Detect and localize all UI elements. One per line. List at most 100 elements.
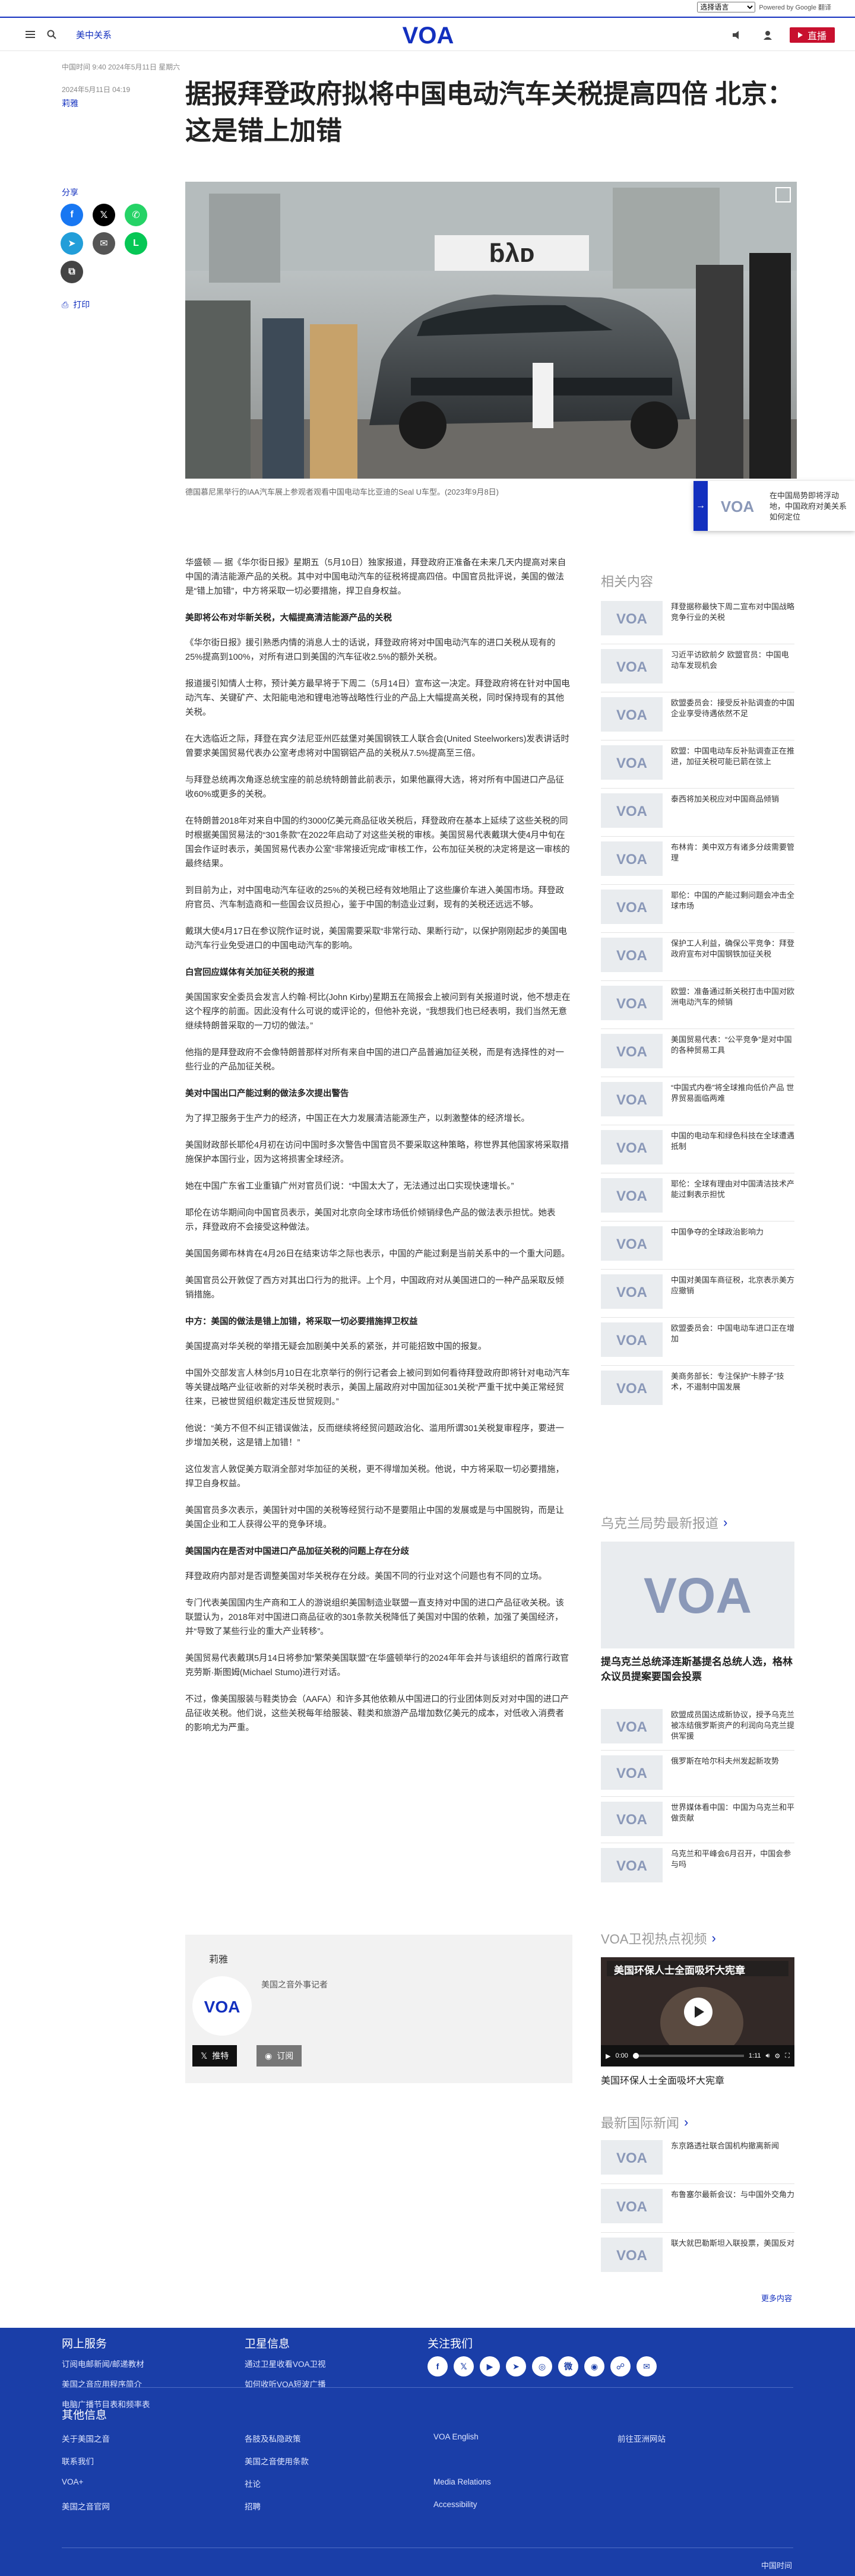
ukraine-item[interactable]: VOA 欧盟成员国达成新协议，授予乌克兰被冻结俄罗斯资产的利润向乌克兰提供军援 (601, 1709, 794, 1745)
world-news-item[interactable]: VOA 东京路透社联合国机构撤离新闻 (601, 2140, 794, 2176)
video-title[interactable]: VOA卫视热点视频 › (601, 1929, 716, 1948)
footer-link[interactable]: 订阅电邮新闻/邮递教材 (62, 2357, 144, 2369)
footer-other-link[interactable]: 关于美国之音 (62, 2432, 110, 2444)
related-item[interactable]: VOA 耶伦：中国的产能过剩问题会冲击全球市场 (601, 890, 794, 925)
footer-other-link[interactable]: 美国之音使用条款 (245, 2455, 309, 2467)
footer-link[interactable]: 美国之音应用程序简介 (62, 2378, 142, 2390)
footer-other-link[interactable]: 联系我们 (62, 2455, 94, 2467)
video-caption[interactable]: 美国环保人士全面吸坏大宪章 (601, 2072, 724, 2087)
podcast-icon[interactable]: ◉ (584, 2356, 604, 2376)
ukraine-item[interactable]: VOA 俄罗斯在哈尔科夫州发起新攻势 (601, 1755, 794, 1791)
x-share-button[interactable]: 𝕏 (93, 204, 115, 226)
related-item-title: 布林肯：美中双方有诸多分歧需要管理 (671, 843, 795, 862)
ukraine-feature-title[interactable]: 提乌克兰总统泽连斯基提名总统人选，格林众议员提案要国会投票 (601, 1654, 794, 1684)
weibo-icon[interactable]: 微 (558, 2356, 578, 2376)
instagram-icon[interactable]: ◎ (532, 2356, 552, 2376)
copy-link-button[interactable]: ⧉ (61, 261, 83, 283)
related-item[interactable]: VOA 欧盟：准备通过新关税打击中国对欧洲电动汽车的倾销 (601, 986, 794, 1021)
related-item[interactable]: VOA 耶伦：全球有理由对中国清洁技术产能过剩表示担忧 (601, 1178, 794, 1214)
settings-icon[interactable]: ⚙ (774, 2052, 780, 2060)
speaker-icon[interactable] (730, 29, 743, 42)
footer-other-link[interactable]: VOA+ (62, 2477, 83, 2486)
fullscreen-icon[interactable]: ⛶ (785, 2052, 790, 2060)
video-play-button[interactable] (684, 1998, 712, 2026)
related-item[interactable]: VOA 欧盟委员会：中国电动车进口正在增加 (601, 1322, 794, 1358)
article-paragraph: 专门代表美国国内生产商和工人的游说组织美国制造业联盟一直支持对中国的进口产品征收… (185, 1599, 564, 1637)
whatsapp-share-button[interactable]: ✆ (125, 204, 147, 226)
world-news-title[interactable]: 最新国际新闻 › (601, 2113, 688, 2132)
more-link[interactable]: 更多内容 (761, 2292, 792, 2303)
article-subheading: 白宫回应媒体有关加征关税的报道 (185, 968, 315, 977)
volume-icon[interactable]: 🔊︎ (765, 2052, 770, 2060)
related-item[interactable]: VOA 欧盟委员会：接受反补贴调查的中国企业享受待遇依然不足 (601, 697, 794, 733)
rss-icon[interactable]: ☍ (610, 2356, 631, 2376)
related-item[interactable]: VOA 中国对美国车商征税，北京表示美方应撤销 (601, 1274, 794, 1310)
popup-arrow-icon[interactable]: → (694, 481, 708, 531)
ukraine-item[interactable]: VOA 乌克兰和平峰会6月召开，中国会参与吗 (601, 1848, 794, 1884)
page-title: 据报拜登政府拟将中国电动汽车关税提高四倍 北京：这是错上加错 (185, 80, 794, 145)
footer-link[interactable]: 如何收听VOA短波广播 (245, 2378, 326, 2390)
ukraine-item[interactable]: VOA 世界媒体看中国：中国为乌克兰和平做贡献 (601, 1802, 794, 1837)
video-scrubber[interactable] (632, 2053, 639, 2059)
video-player[interactable]: 美国环保人士全面吸坏大宪章 ▶ 0:00 1:11 🔊︎ ⚙ ⛶ (601, 1957, 794, 2067)
ukraine-title[interactable]: 乌克兰局势最新报道 › (601, 1513, 727, 1532)
article-paragraph: 拜登政府内部对是否调整美国对华关税存在分歧。美国不同的行业对这个问题也有不同的立… (185, 1572, 547, 1581)
related-item-title: 中国对美国车商征税，北京表示美方应撤销 (671, 1276, 795, 1295)
footer-other-link[interactable]: Accessibility (433, 2500, 477, 2509)
footer-other-link[interactable]: 前往亚洲网站 (618, 2432, 666, 2444)
article-paragraph: 她在中国广东省工业重镇广州对官员们说：“中国太大了，无法通过出口实现快速增长。” (185, 1182, 514, 1191)
menu-icon[interactable] (24, 28, 37, 41)
related-item[interactable]: VOA 美商务部长：专注保护“卡脖子”技术，不遏制中国发展 (601, 1371, 794, 1406)
footer-other-link[interactable]: Media Relations (433, 2477, 491, 2486)
video-time: 0:00 (615, 2052, 628, 2059)
printer-icon: ⎙ (62, 299, 69, 309)
related-item[interactable]: VOA 保护工人利益，确保公平竞争：拜登政府宣布对中国钢铁加征关税 (601, 938, 794, 973)
play-small-icon[interactable]: ▶ (606, 2052, 610, 2060)
related-item[interactable]: VOA “中国式内卷”将全球推向低价产品 世界贸易面临两难 (601, 1082, 794, 1118)
related-item[interactable]: VOA 美国贸易代表：“公平竞争”是对中国的各种贸易工具 (601, 1034, 794, 1069)
facebook-icon[interactable]: f (428, 2356, 448, 2376)
voa-thumbnail: VOA (601, 1178, 663, 1213)
video-controls: ▶ 0:00 1:11 🔊︎ ⚙ ⛶ (601, 2045, 794, 2067)
line-share-button[interactable]: L (125, 232, 147, 255)
author-subscribe-label: 订阅 (277, 2051, 294, 2061)
floating-story-popup[interactable]: → VOA 在中国局势即将浮动地，中国政府对美关系如何定位 (694, 481, 855, 531)
live-button[interactable]: 直播 (789, 27, 835, 43)
youtube-icon[interactable]: ▶ (480, 2356, 500, 2376)
related-item[interactable]: VOA 习近平访欧前夕 欧盟官员：中国电动车发现机会 (601, 649, 794, 685)
footer-link[interactable]: 通过卫星收看VOA卫视 (245, 2357, 326, 2369)
print-button[interactable]: ⎙ 打印 (62, 299, 90, 311)
related-item[interactable]: VOA 欧盟：中国电动车反补贴调查正在推进，加征关税可能已箭在弦上 (601, 745, 794, 781)
x-icon[interactable]: 𝕏 (454, 2356, 474, 2376)
telegram-icon[interactable]: ➤ (506, 2356, 526, 2376)
list-divider (601, 884, 794, 885)
related-item[interactable]: VOA 中国的电动车和绿色科技在全球遭遇抵制 (601, 1130, 794, 1166)
footer-other-link[interactable]: VOA English (433, 2432, 479, 2441)
voa-thumbnail: VOA (601, 1848, 663, 1882)
user-icon[interactable] (761, 29, 774, 42)
world-news-item[interactable]: VOA 联大就巴勒斯坦入联投票，美国反对 (601, 2238, 794, 2273)
footer-other-link[interactable]: 社论 (245, 2477, 261, 2489)
related-item[interactable]: VOA 泰西将加关税应对中国商品倾销 (601, 793, 794, 829)
svg-text:VOA: VOA (616, 2199, 647, 2213)
ukraine-feature-image[interactable]: VOA (601, 1542, 794, 1648)
footer-other-link[interactable]: 美国之音官网 (62, 2500, 110, 2512)
telegram-share-button[interactable]: ➤ (61, 232, 83, 255)
related-item[interactable]: VOA 拜登据称最快下周二宣布对中国战略竞争行业的关税 (601, 601, 794, 637)
footer-other-link[interactable]: 各肢及私隐政策 (245, 2432, 301, 2444)
video-progress[interactable] (632, 2053, 744, 2059)
world-news-item[interactable]: VOA 布鲁塞尔最新会议：与中国外交角力 (601, 2189, 794, 2224)
author-link[interactable]: 莉雅 (62, 97, 78, 109)
related-item[interactable]: VOA 中国争夺的全球政治影响力 (601, 1226, 794, 1262)
footer-other-link[interactable]: 招聘 (245, 2500, 261, 2512)
email-icon[interactable]: ✉ (636, 2356, 657, 2376)
search-icon[interactable] (45, 28, 58, 41)
language-select[interactable]: 选择语言 (697, 2, 756, 12)
email-share-button[interactable]: ✉ (93, 232, 115, 255)
facebook-share-button[interactable]: f (61, 204, 83, 226)
author-subscribe-button[interactable]: ◉ 订阅 (256, 2045, 302, 2067)
voa-logo[interactable]: VOA (398, 23, 458, 48)
related-item[interactable]: VOA 布林肯：美中双方有诸多分歧需要管理 (601, 841, 794, 877)
author-x-button[interactable]: 𝕏 推特 (192, 2045, 238, 2067)
section-link[interactable]: 美中关系 (76, 29, 112, 41)
